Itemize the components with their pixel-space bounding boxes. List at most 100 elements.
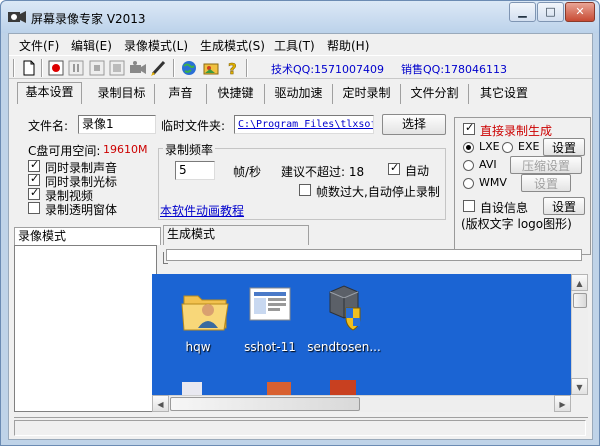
wmv-radio[interactable] <box>463 178 474 189</box>
record-icon[interactable] <box>47 59 65 77</box>
photo-icon[interactable] <box>202 59 220 77</box>
auto-fps-label: 自动 <box>405 164 430 178</box>
server-shield-icon <box>329 285 361 331</box>
tab-basic-settings[interactable]: 基本设置 <box>17 82 82 104</box>
tab-record-mode[interactable]: 录像模式 <box>14 227 161 245</box>
tab-generate-mode[interactable]: 生成模式 <box>163 225 309 245</box>
pen-icon[interactable] <box>150 59 168 77</box>
menu-bar: 文件(F) 编辑(E) 录像模式(L) 生成模式(S) 工具(T) 帮助(H) <box>9 34 592 54</box>
frame-list-pane[interactable] <box>14 245 157 412</box>
mode-tabs: 录像模式 生成模式 <box>9 225 594 245</box>
globe-icon[interactable] <box>180 59 198 77</box>
settings-tabs: 基本设置 录制目标 声音 快捷键 驱动加速 定时录制 文件分割 其它设置 <box>17 82 549 104</box>
scroll-up-arrow-icon[interactable]: ▲ <box>571 274 588 291</box>
tab-record-target[interactable]: 录制目标 <box>89 84 155 104</box>
desktop-icon-label: hqw <box>185 340 211 354</box>
new-icon[interactable] <box>20 59 38 77</box>
toolbar-separator <box>246 59 248 77</box>
svg-text:?: ? <box>228 60 237 77</box>
user-folder-icon <box>181 295 229 331</box>
tutorial-link[interactable]: 本软件动画教程 <box>160 202 244 219</box>
fps-unit-label: 帧/秒 <box>233 165 262 179</box>
basic-settings-panel: 文件名: 录像1 临时文件夹: C:\Program Files\tlxsof … <box>11 104 451 224</box>
preview-desktop: hqw sshot-11 sendtosen... <box>152 274 571 396</box>
lxe-label: LXE <box>479 140 500 153</box>
timeline-bar[interactable] <box>166 249 582 261</box>
maximize-button[interactable]: □ <box>537 2 564 22</box>
toolbar-separator <box>41 59 43 77</box>
scroll-left-arrow-icon[interactable]: ◀ <box>152 395 169 412</box>
help-icon[interactable]: ? <box>223 59 241 77</box>
auto-fps-checkbox[interactable] <box>388 161 400 175</box>
record-frequency-group: 录制频率 5 帧/秒 建议不超过: 18 自动 帧数过大,自动停止录制 本软件动… <box>158 141 446 220</box>
partial-desktop-icon <box>330 380 356 396</box>
direct-record-checkbox[interactable] <box>463 121 475 135</box>
disk-space-label: C盘可用空间: <box>28 144 101 158</box>
tab-sound[interactable]: 声音 <box>155 84 207 104</box>
menu-tools[interactable]: 工具(T) <box>274 37 315 54</box>
auto-stop-label: 帧数过大,自动停止录制 <box>316 185 440 199</box>
filename-input[interactable]: 录像1 <box>78 115 156 134</box>
app-logo-icon <box>8 11 26 23</box>
close-button[interactable]: ✕ <box>565 2 595 22</box>
horizontal-scrollbar[interactable]: ◀ ▶ <box>152 395 571 412</box>
wmv-settings-button[interactable]: 设置 <box>521 174 571 192</box>
record-cursor-checkbox[interactable] <box>28 172 40 186</box>
compress-settings-button[interactable]: 压缩设置 <box>510 156 582 174</box>
tab-file-split[interactable]: 文件分割 <box>401 84 469 104</box>
tab-driver-accel[interactable]: 驱动加速 <box>265 84 333 104</box>
desktop-icon-label: sendtosen... <box>307 340 381 354</box>
camera-icon[interactable] <box>129 59 147 77</box>
direct-record-label: 直接录制生成 <box>480 124 553 138</box>
toolbar: ? 技术QQ:1571007409 销售QQ:178046113 <box>9 55 592 79</box>
vertical-scrollbar[interactable]: ▲ ▼ <box>571 274 588 395</box>
tab-other-settings[interactable]: 其它设置 <box>469 84 539 104</box>
record-transparent-checkbox[interactable] <box>28 202 40 214</box>
scroll-down-arrow-icon[interactable]: ▼ <box>571 378 588 395</box>
record-transparent-label: 录制透明窗体 <box>45 203 118 217</box>
tempdir-label: 临时文件夹: <box>161 119 226 133</box>
toolbar-separator <box>173 59 175 77</box>
desktop-icon-label: sshot-11 <box>244 340 296 354</box>
partial-desktop-icon <box>182 382 202 396</box>
title-bar[interactable]: 屏幕录像专家 V2013 ▁ □ ✕ <box>1 1 599 33</box>
stop-record-icon[interactable] <box>108 59 126 77</box>
suggest-label: 建议不超过: 18 <box>281 165 365 179</box>
tab-hotkeys[interactable]: 快捷键 <box>207 84 265 104</box>
scroll-right-arrow-icon[interactable]: ▶ <box>554 395 571 412</box>
menu-help[interactable]: 帮助(H) <box>327 37 369 54</box>
tab-timed-record[interactable]: 定时录制 <box>333 84 401 104</box>
custom-info-settings-button[interactable]: 设置 <box>543 197 585 215</box>
window-title: 屏幕录像专家 V2013 <box>31 12 146 26</box>
toolbar-separator <box>13 59 15 77</box>
tech-qq-text: 技术QQ:1571007409 <box>271 63 385 76</box>
record-video-checkbox[interactable] <box>28 186 40 200</box>
menu-record-mode[interactable]: 录像模式(L) <box>124 37 188 54</box>
pause-icon[interactable] <box>67 59 85 77</box>
client-area: 文件(F) 编辑(E) 录像模式(L) 生成模式(S) 工具(T) 帮助(H) <box>8 33 593 440</box>
desktop-icon-item[interactable]: hqw <box>162 282 232 354</box>
desktop-icon-item[interactable]: sendtosen... <box>307 282 381 354</box>
menu-generate-mode[interactable]: 生成模式(S) <box>200 37 265 54</box>
tempdir-input[interactable]: C:\Program Files\tlxsof <box>234 115 374 134</box>
avi-radio[interactable] <box>463 160 474 171</box>
status-bar <box>14 417 588 437</box>
exe-label: EXE <box>518 140 540 153</box>
sales-qq-text: 销售QQ:178046113 <box>401 63 508 76</box>
auto-stop-checkbox[interactable] <box>299 184 311 196</box>
vertical-scroll-thumb[interactable] <box>573 293 587 308</box>
desktop-icon-item[interactable]: sshot-11 <box>232 282 302 354</box>
menu-edit[interactable]: 编辑(E) <box>71 37 112 54</box>
menu-file[interactable]: 文件(F) <box>19 37 59 54</box>
horizontal-scroll-thumb[interactable] <box>170 397 360 411</box>
stop-icon[interactable] <box>88 59 106 77</box>
custom-info-checkbox[interactable] <box>463 200 475 212</box>
exe-radio[interactable] <box>502 142 513 153</box>
choose-folder-button[interactable]: 选择 <box>382 114 446 135</box>
lxe-settings-button[interactable]: 设置 <box>543 138 585 156</box>
disk-space-value: 19610M <box>103 143 148 156</box>
lxe-radio[interactable] <box>463 142 474 153</box>
record-sound-checkbox[interactable] <box>28 158 40 172</box>
minimize-button[interactable]: ▁ <box>509 2 536 22</box>
fps-input[interactable]: 5 <box>175 161 215 180</box>
